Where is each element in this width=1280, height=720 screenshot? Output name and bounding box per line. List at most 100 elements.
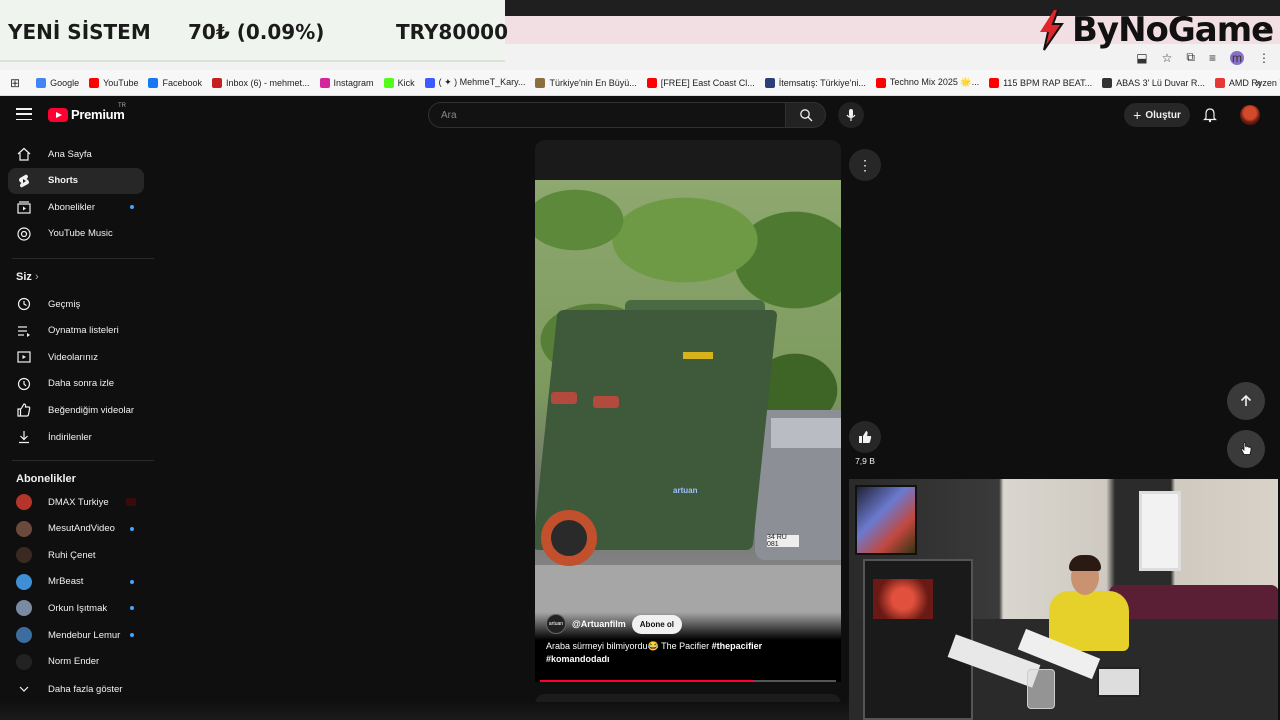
sidebar-item-label: Mendebur Lemur bbox=[48, 629, 121, 641]
webcam-pc-lights bbox=[873, 579, 933, 619]
bookmark-item[interactable]: 115 BPM RAP BEAT... bbox=[989, 77, 1092, 88]
subscription-item[interactable]: Norm Ender bbox=[8, 649, 144, 675]
apps-grid-icon[interactable]: ⊞ bbox=[10, 76, 20, 90]
subscription-item[interactable]: MrBeast bbox=[8, 569, 144, 595]
sidebar-item-downloads[interactable]: İndirilenler bbox=[8, 424, 144, 450]
bookmark-favicon-icon bbox=[535, 77, 546, 88]
like-button[interactable] bbox=[849, 421, 881, 453]
sidebar-item-your-videos[interactable]: Videolarınız bbox=[8, 344, 144, 370]
sidebar-item-home[interactable]: Ana Sayfa bbox=[8, 141, 144, 167]
subscribe-button[interactable]: Abone ol bbox=[631, 614, 682, 634]
install-app-icon[interactable]: ⬓ bbox=[1136, 51, 1147, 65]
sidebar-item-label: Daha sonra izle bbox=[48, 378, 115, 390]
bookmark-item[interactable]: Instagram bbox=[319, 77, 374, 88]
bookmark-label: YouTube bbox=[103, 77, 139, 88]
bookmark-item[interactable]: Facebook bbox=[148, 77, 202, 88]
downloads-icon bbox=[16, 429, 32, 445]
short-progress-bar[interactable] bbox=[540, 680, 836, 682]
search-button[interactable] bbox=[786, 102, 826, 128]
live-indicator-icon bbox=[126, 498, 136, 506]
short-video[interactable]: 34 RU 081 artuan bbox=[535, 180, 841, 642]
create-label: Oluştur bbox=[1145, 109, 1181, 121]
bookmark-item[interactable]: AMD Ryzen 7 9800... bbox=[1214, 77, 1280, 88]
bookmark-item[interactable]: Techno Mix 2025 🌟... bbox=[875, 77, 979, 88]
youtube-premium-logo[interactable]: Premium TR bbox=[48, 103, 126, 122]
sidebar-item-label: Videolarınız bbox=[48, 351, 98, 363]
channel-avatar[interactable]: artuan bbox=[546, 614, 566, 634]
menu-icon[interactable] bbox=[16, 108, 32, 120]
channel-avatar bbox=[16, 573, 32, 590]
subscription-item[interactable]: MesutAndVideo bbox=[8, 516, 144, 542]
sidebar-item-label: Ruhi Çenet bbox=[48, 549, 96, 561]
bookmark-favicon-icon bbox=[36, 77, 47, 88]
bookmark-item[interactable]: Kick bbox=[383, 77, 415, 88]
bookmark-item[interactable]: Inbox (6) - mehmet... bbox=[212, 77, 310, 88]
sidebar-item-watch-later[interactable]: Daha sonra izle bbox=[8, 371, 144, 397]
webcam-box bbox=[1097, 667, 1141, 697]
sidebar-item-label: Shorts bbox=[48, 175, 79, 187]
bookmark-favicon-icon bbox=[383, 77, 394, 88]
sidebar-item-liked[interactable]: Beğendiğim videolar bbox=[8, 397, 144, 423]
sidebar-item-label: Beğendiğim videolar bbox=[48, 404, 135, 416]
subscription-item[interactable]: DMAX Turkiye bbox=[8, 489, 144, 515]
video-watermark: artuan bbox=[673, 486, 698, 495]
subscription-item[interactable]: Mendebur Lemur bbox=[8, 622, 144, 648]
browser-menu-icon[interactable]: ⋮ bbox=[1258, 51, 1270, 65]
chevron-right-icon: › bbox=[34, 271, 39, 283]
bookmark-item[interactable]: Türkiye'nin En Büyü... bbox=[535, 77, 637, 88]
subscription-item[interactable]: Orkun Işıtmak bbox=[8, 595, 144, 621]
playlists-icon bbox=[16, 323, 32, 339]
search-input[interactable]: Ara bbox=[428, 102, 786, 128]
bookmark-star-icon[interactable]: ☆ bbox=[1162, 51, 1173, 65]
previous-short-button[interactable] bbox=[1227, 382, 1265, 420]
account-avatar[interactable] bbox=[1240, 105, 1260, 125]
arrow-up-icon bbox=[1240, 394, 1252, 406]
bookmark-item[interactable]: [FREE] East Coast Cl... bbox=[646, 77, 755, 88]
price-ticker-overlay: YENİ SİSTEM 70₺ (0.09%) TRY80000 bbox=[0, 0, 508, 62]
sidebar-item-shorts[interactable]: Shorts bbox=[8, 167, 144, 194]
new-content-dot bbox=[130, 579, 134, 584]
hashtag-link[interactable]: #komandodadı bbox=[546, 654, 610, 664]
channel-avatar bbox=[16, 600, 32, 617]
section-title-you[interactable]: Siz › bbox=[16, 271, 39, 283]
short-more-button[interactable]: ⋮ bbox=[849, 149, 881, 181]
create-button[interactable]: + Oluştur bbox=[1124, 103, 1190, 127]
sidebar-item-playlists[interactable]: Oynatma listeleri bbox=[8, 318, 144, 344]
more-bookmarks-icon[interactable]: » bbox=[1255, 76, 1262, 90]
channel-name[interactable]: @Artuanfilm bbox=[572, 619, 626, 629]
voice-search-button[interactable] bbox=[838, 102, 864, 128]
notifications-bell-icon[interactable] bbox=[1202, 107, 1218, 123]
video-license-plate: 34 RU 081 bbox=[767, 534, 799, 548]
bookmark-item[interactable]: ( ✦ ) MehmeT_Kary... bbox=[424, 77, 526, 88]
subscription-item[interactable]: Ruhi Çenet bbox=[8, 542, 144, 568]
show-more-button[interactable]: Daha fazla göster bbox=[8, 676, 144, 702]
sidebar-item-music[interactable]: YouTube Music bbox=[8, 221, 144, 247]
bookmark-item[interactable]: İtemsatış: Türkiye'ni... bbox=[764, 77, 866, 88]
video-reflector-left bbox=[551, 392, 577, 404]
profile-avatar[interactable]: m bbox=[1230, 50, 1244, 65]
sidebar-item-label: YouTube Music bbox=[48, 228, 113, 240]
bookmark-item[interactable]: Google bbox=[36, 77, 79, 88]
search-icon bbox=[799, 109, 812, 122]
ticker-change: 70₺ (0.09%) bbox=[188, 20, 325, 44]
short-caption[interactable]: Araba sürmeyi bilmiyordu😂 The Pacifier #… bbox=[546, 640, 832, 666]
channel-avatar bbox=[16, 494, 32, 510]
media-control-icon[interactable]: ≡ bbox=[1209, 51, 1216, 65]
bookmark-favicon-icon bbox=[764, 77, 775, 88]
extensions-icon[interactable]: ⧉ bbox=[1186, 50, 1195, 65]
logo-label: Premium bbox=[71, 107, 125, 122]
sidebar-item-history[interactable]: Geçmiş bbox=[8, 291, 144, 317]
bookmark-label: İtemsatış: Türkiye'ni... bbox=[778, 77, 866, 88]
sidebar-item-label: Ana Sayfa bbox=[48, 148, 92, 160]
hashtag-link[interactable]: #thepacifier bbox=[712, 641, 763, 651]
bookmark-label: ( ✦ ) MehmeT_Kary... bbox=[438, 77, 526, 87]
bookmark-favicon-icon bbox=[212, 77, 222, 88]
thumbs-up-icon bbox=[859, 431, 872, 443]
bookmark-item[interactable]: ABAS 3' Lü Duvar R... bbox=[1102, 77, 1205, 88]
video-truck-strip bbox=[683, 352, 713, 359]
sidebar-item-subscriptions[interactable]: Abonelikler bbox=[8, 194, 144, 220]
bookmark-item[interactable]: YouTube bbox=[89, 77, 139, 88]
bookmark-label: Kick bbox=[397, 77, 415, 88]
history-icon bbox=[16, 296, 32, 312]
next-short-button[interactable] bbox=[1227, 430, 1265, 468]
